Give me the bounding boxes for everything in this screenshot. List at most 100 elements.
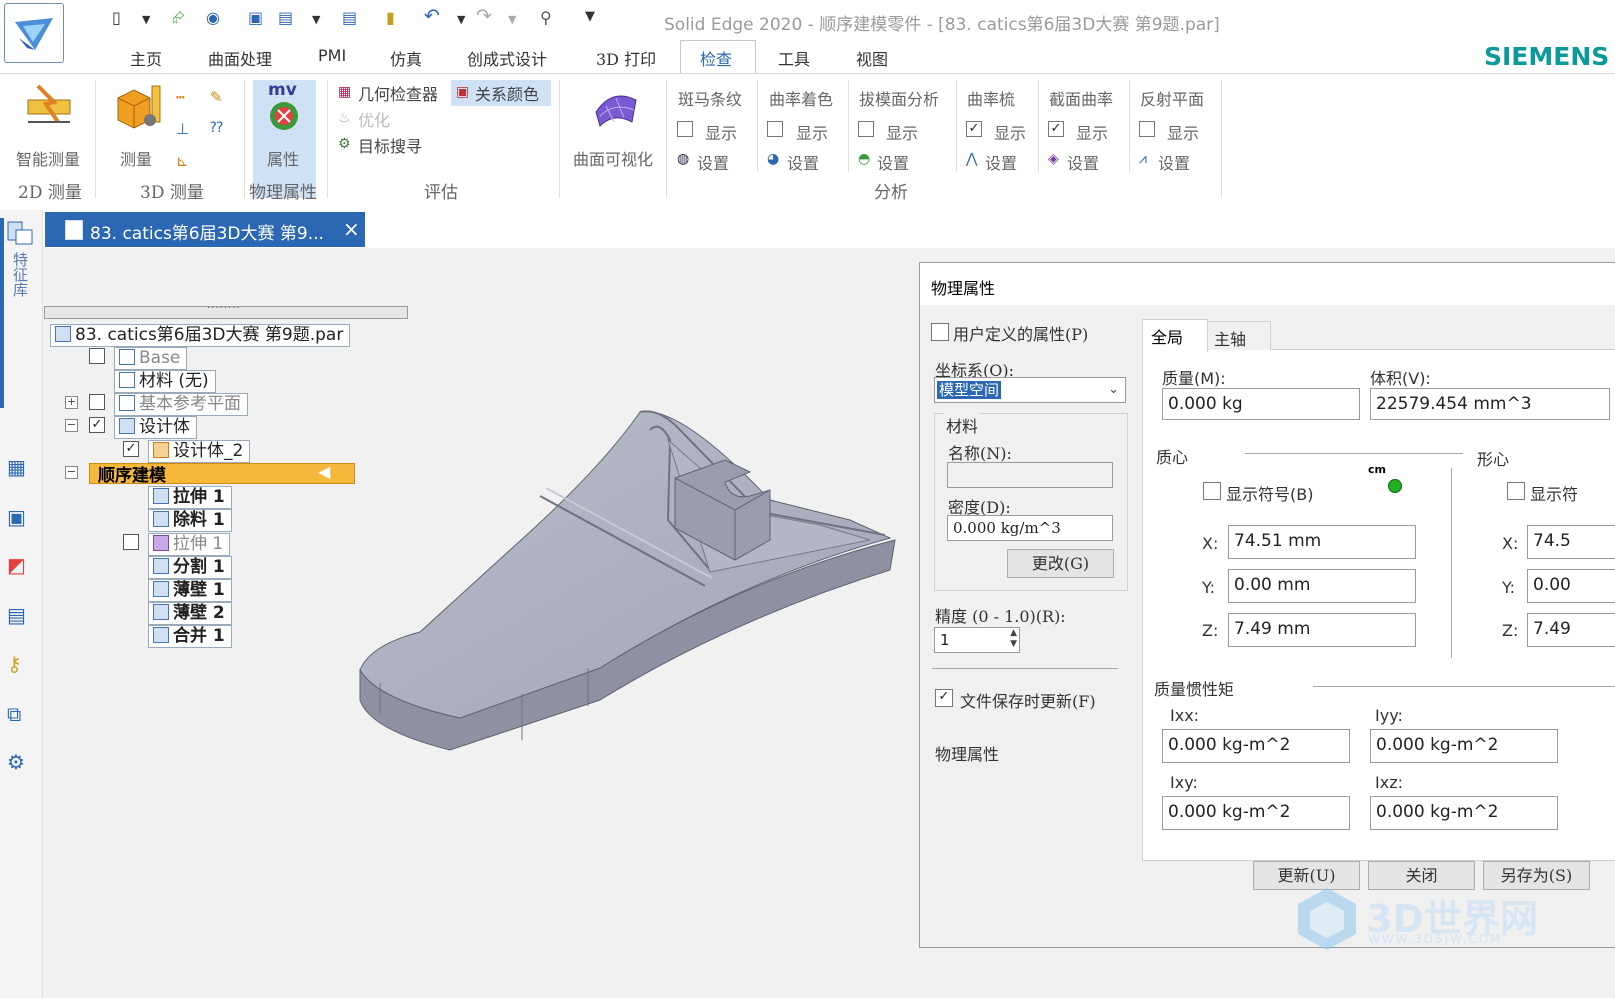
user-defined-checkbox[interactable] xyxy=(931,323,949,341)
tab-view[interactable]: 视图 xyxy=(856,46,888,70)
tree-item-material[interactable]: 材料 (无) xyxy=(114,370,216,393)
print-icon[interactable]: ▮ xyxy=(386,8,395,27)
relation-color-label[interactable]: 关系颜色 xyxy=(475,81,539,105)
cy-field[interactable]: 0.00 mm xyxy=(1228,569,1416,603)
properties-icon[interactable]: ▤ xyxy=(342,8,357,27)
design-body-2-checkbox[interactable]: ✓ xyxy=(123,441,139,457)
cx-field[interactable]: 74.51 mm xyxy=(1228,525,1416,559)
relations-icon[interactable]: ⚷ xyxy=(7,652,22,676)
sz-field[interactable]: 7.49 xyxy=(1527,613,1615,647)
layers-icon[interactable]: ▦ xyxy=(7,455,26,479)
smart-measure-icon[interactable] xyxy=(24,82,74,132)
feature-checkbox[interactable] xyxy=(123,534,139,550)
close-button[interactable]: 关闭 xyxy=(1368,861,1475,890)
tab-3d-print[interactable]: 3D 打印 xyxy=(596,46,656,70)
mass-field[interactable]: 0.000 kg xyxy=(1162,388,1360,420)
save-dropdown-icon[interactable]: ▼ xyxy=(312,13,320,26)
reflection-show-label[interactable]: 显示 xyxy=(1167,120,1199,144)
sy-field[interactable]: 0.00 xyxy=(1527,569,1615,603)
zebra-settings-icon[interactable]: ◍ xyxy=(677,151,689,167)
user-defined-label[interactable]: 用户定义的属性(P) xyxy=(953,321,1088,345)
reflection-settings-label[interactable]: 设置 xyxy=(1158,150,1190,174)
measure-distance-icon[interactable]: ┅ xyxy=(176,90,184,106)
measure-angle-icon[interactable]: ✎ xyxy=(210,88,223,106)
new-icon[interactable]: ▯ xyxy=(112,8,121,27)
tree-item-feature[interactable]: 除料 1 xyxy=(148,509,232,532)
tab-principal-label[interactable]: 主轴 xyxy=(1214,326,1246,350)
optimize-label[interactable]: 优化 xyxy=(358,107,390,131)
tab-tools[interactable]: 工具 xyxy=(778,46,810,70)
volume-field[interactable]: 22579.454 mm^3 xyxy=(1370,388,1610,420)
tree-item-design-body[interactable]: 设计体 xyxy=(114,416,197,439)
collapse-icon[interactable]: − xyxy=(65,419,78,432)
ref-planes-checkbox[interactable] xyxy=(89,394,105,410)
tab-global-label[interactable]: 全局 xyxy=(1151,324,1183,348)
undo-icon[interactable]: ↶ xyxy=(424,5,440,27)
properties-icon[interactable] xyxy=(268,100,300,132)
appearance-icon[interactable]: ◩ xyxy=(7,553,26,577)
curvature-comb-settings-icon[interactable]: ⋀ xyxy=(966,151,977,167)
coord-system-select[interactable]: 模型空间 ⌄ xyxy=(934,377,1126,403)
zebra-show-label[interactable]: 显示 xyxy=(705,120,737,144)
undo-dropdown-icon[interactable]: ▼ xyxy=(457,13,465,26)
update-on-save-checkbox[interactable]: ✓ xyxy=(935,689,953,707)
sensors-icon[interactable]: ▤ xyxy=(7,603,26,627)
target-seek-icon[interactable]: ⚙ xyxy=(338,136,351,152)
base-checkbox[interactable] xyxy=(89,348,105,364)
document-tab[interactable]: 83. catics第6届3D大赛 第9... × xyxy=(45,212,365,247)
relation-color-icon[interactable]: ▣ xyxy=(456,84,469,100)
curvature-shade-settings-label[interactable]: 设置 xyxy=(787,150,819,174)
tab-surfacing[interactable]: 曲面处理 xyxy=(208,46,272,70)
close-tab-icon[interactable]: × xyxy=(343,217,360,241)
show-symbol-label[interactable]: 显示符号(B) xyxy=(1226,481,1313,505)
update-on-save-label[interactable]: 文件保存时更新(F) xyxy=(960,688,1096,712)
tree-root[interactable]: 83. catics第6届3D大赛 第9题.par xyxy=(50,324,351,347)
tab-simulation[interactable]: 仿真 xyxy=(390,46,422,70)
change-button[interactable]: 更改(G) xyxy=(1007,549,1114,578)
measure-axis-icon[interactable]: ⊾ xyxy=(176,152,189,170)
expand-icon[interactable]: + xyxy=(65,396,78,409)
tree-item-base[interactable]: Base xyxy=(114,347,188,370)
smart-measure-label[interactable]: 智能测量 xyxy=(16,146,80,170)
surface-visualization-icon[interactable] xyxy=(592,82,640,130)
app-logo[interactable] xyxy=(4,3,64,63)
target-seek-label[interactable]: 目标搜寻 xyxy=(358,133,422,157)
redo-dropdown-icon[interactable]: ▼ xyxy=(508,13,516,26)
tree-item-feature[interactable]: 薄壁 1 xyxy=(148,579,232,602)
geometry-checker-label[interactable]: 几何检查器 xyxy=(358,81,438,105)
section-curvature-settings-label[interactable]: 设置 xyxy=(1067,150,1099,174)
spinner-arrows-icon[interactable]: ▲ ▼ xyxy=(1010,628,1017,650)
link-icon[interactable]: ⚲ xyxy=(540,8,552,27)
tree-item-feature[interactable]: 拉伸 1 xyxy=(148,533,231,556)
tree-item-design-body-2[interactable]: 设计体_2 xyxy=(148,440,251,463)
section-curvature-show-label[interactable]: 显示 xyxy=(1076,120,1108,144)
curvature-comb-show-checkbox[interactable]: ✓ xyxy=(966,121,982,137)
show-symbol-2-checkbox[interactable] xyxy=(1507,482,1525,500)
zebra-settings-label[interactable]: 设置 xyxy=(697,150,729,174)
tree-item-ref-planes[interactable]: 基本参考平面 xyxy=(114,393,248,416)
save-as-button[interactable]: 另存为(S) xyxy=(1483,861,1590,890)
measure-3d-icon[interactable] xyxy=(112,82,164,132)
tab-inspect[interactable]: 检查 xyxy=(700,46,732,70)
section-curvature-settings-icon[interactable]: ◈ xyxy=(1048,151,1059,167)
rollback-arrow-icon[interactable]: ◀ xyxy=(318,462,330,481)
tree-item-feature[interactable]: 薄壁 2 xyxy=(148,602,232,625)
show-symbol-2-label[interactable]: 显示符 xyxy=(1530,481,1578,505)
draft-settings-icon[interactable]: ◓ xyxy=(858,151,870,167)
curvature-comb-settings-label[interactable]: 设置 xyxy=(985,150,1017,174)
curvature-shade-show-checkbox[interactable] xyxy=(767,121,783,137)
draft-show-label[interactable]: 显示 xyxy=(886,120,918,144)
surface-visualization-label[interactable]: 曲面可视化 xyxy=(573,146,653,170)
redo-icon[interactable]: ↷ xyxy=(476,5,492,27)
part-model[interactable] xyxy=(350,400,910,760)
geometry-checker-icon[interactable]: ▦ xyxy=(338,84,351,100)
tab-generative[interactable]: 创成式设计 xyxy=(467,46,547,70)
search-file-icon[interactable]: ◉ xyxy=(206,8,220,27)
chevron-down-icon[interactable]: ⌄ xyxy=(1108,378,1119,402)
playback-icon[interactable]: ▣ xyxy=(7,505,26,529)
ixy-field[interactable]: 0.000 kg-m^2 xyxy=(1162,796,1350,830)
save-icon[interactable]: ▣ xyxy=(248,8,263,27)
measure-label[interactable]: 测量 xyxy=(120,146,152,170)
tree-item-feature[interactable]: 分割 1 xyxy=(148,556,232,579)
measure-normal-icon[interactable]: ⊥ xyxy=(176,120,189,138)
